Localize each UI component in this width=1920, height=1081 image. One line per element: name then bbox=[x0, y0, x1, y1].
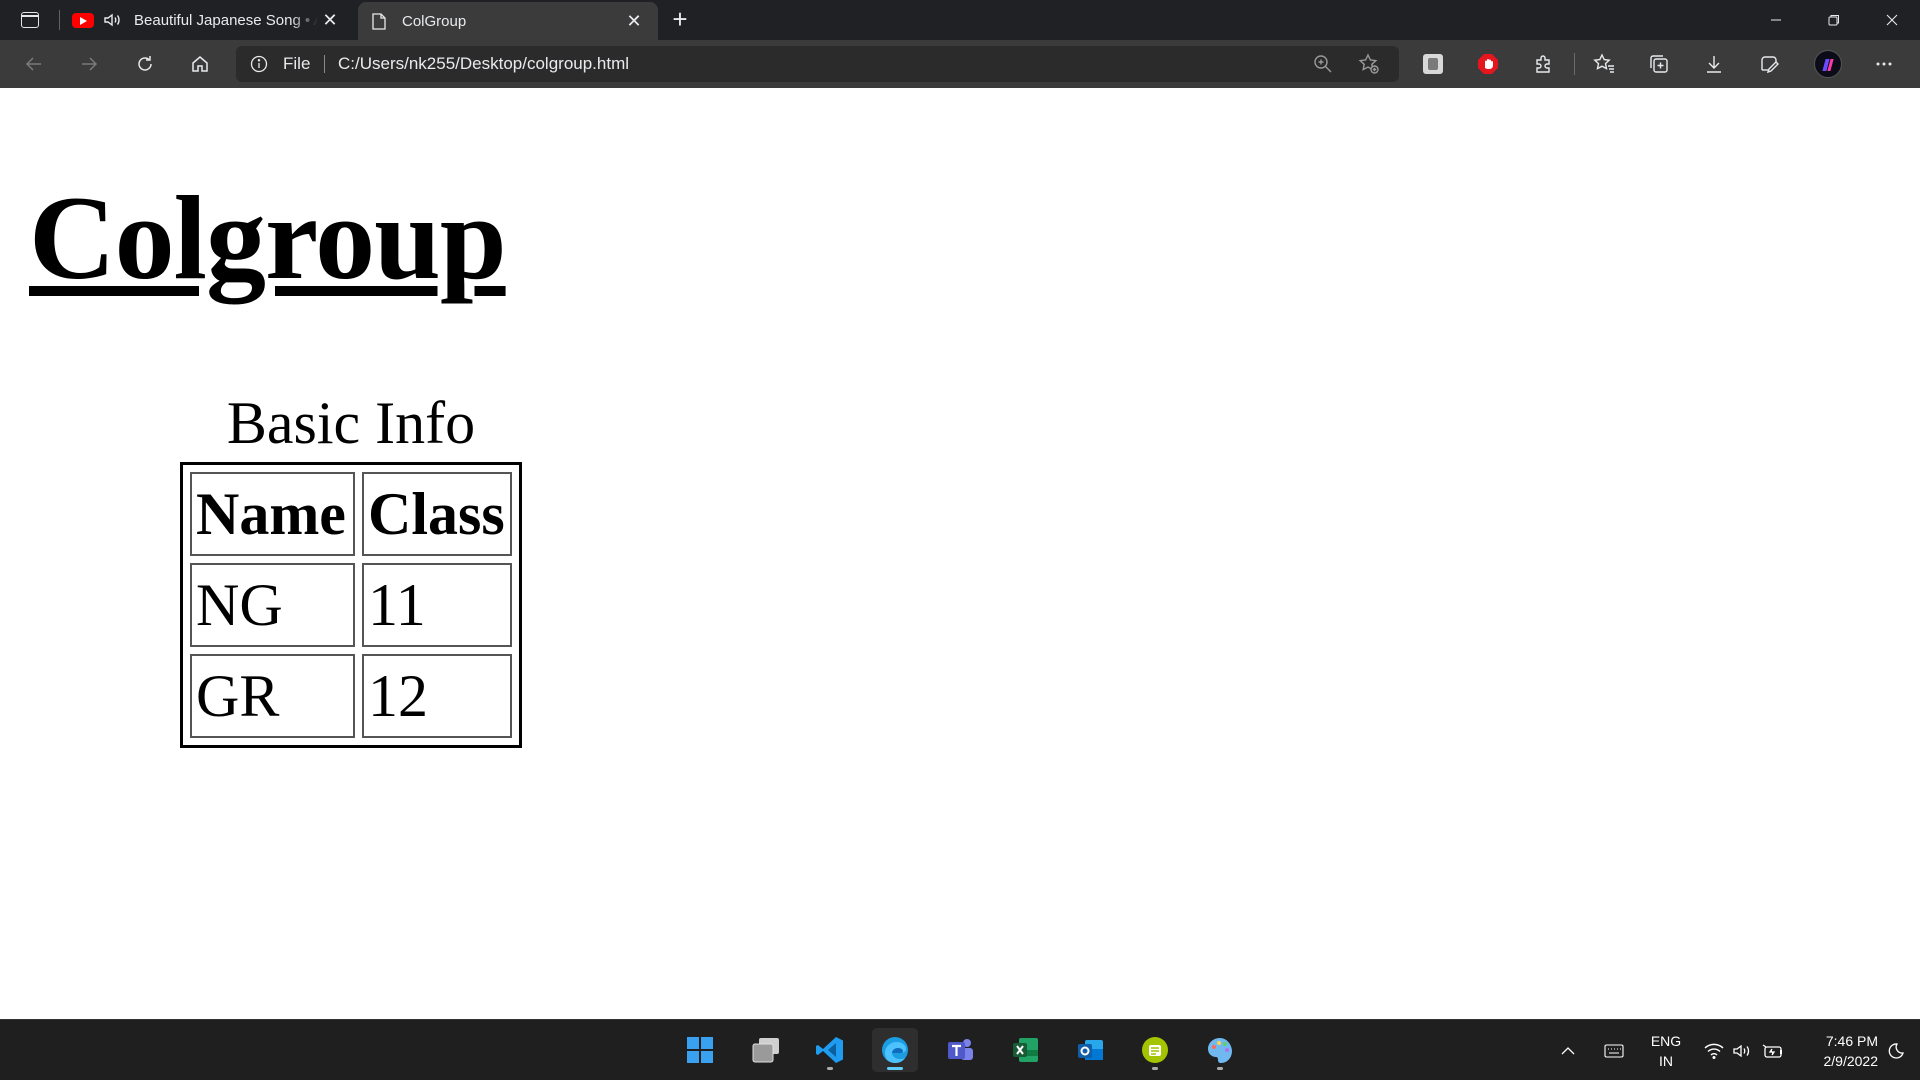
speaker-icon[interactable] bbox=[102, 10, 122, 30]
collections-icon[interactable] bbox=[1641, 46, 1677, 82]
table-header-row: Name Class bbox=[190, 472, 512, 556]
info-icon[interactable] bbox=[250, 55, 268, 73]
address-divider bbox=[324, 55, 325, 73]
close-tab-icon[interactable]: ✕ bbox=[622, 9, 646, 33]
tab-colgroup[interactable]: ColGroup ✕ bbox=[358, 2, 658, 40]
android-app-icon[interactable] bbox=[1132, 1028, 1178, 1072]
toolbar-separator bbox=[1574, 53, 1575, 75]
windows-start-icon[interactable] bbox=[677, 1028, 723, 1072]
close-window-button[interactable] bbox=[1863, 0, 1920, 40]
taskbar: ENG IN 7:46 PM 2/9/2022 bbox=[0, 1019, 1920, 1080]
page-viewport: Colgroup Basic Info Name Class NG 11 GR … bbox=[0, 88, 1920, 1019]
extension-puzzle-badge-icon[interactable] bbox=[1415, 46, 1451, 82]
forward-button[interactable] bbox=[71, 46, 107, 82]
home-button[interactable] bbox=[182, 46, 218, 82]
table-cell: 12 bbox=[362, 654, 512, 738]
outlook-icon[interactable] bbox=[1067, 1028, 1113, 1072]
focus-assist-icon[interactable] bbox=[1880, 1020, 1912, 1081]
add-favorite-icon[interactable] bbox=[1358, 53, 1380, 75]
language-code: ENG bbox=[1650, 1032, 1682, 1049]
system-status-group[interactable] bbox=[1700, 1020, 1788, 1081]
tab-title: ColGroup bbox=[402, 12, 467, 30]
zoom-icon[interactable] bbox=[1312, 53, 1334, 75]
tab-separator bbox=[59, 10, 60, 30]
youtube-icon bbox=[72, 12, 94, 28]
table-cell: GR bbox=[190, 654, 355, 738]
paint-icon[interactable] bbox=[1197, 1028, 1243, 1072]
favorites-icon[interactable] bbox=[1586, 46, 1622, 82]
region-code: IN bbox=[1659, 1052, 1673, 1069]
table-cell: NG bbox=[190, 563, 355, 647]
refresh-button[interactable] bbox=[127, 46, 163, 82]
show-hidden-icons-icon[interactable] bbox=[1556, 1020, 1580, 1081]
extensions-icon[interactable] bbox=[1526, 46, 1562, 82]
url-text[interactable]: C:/Users/nk255/Desktop/colgroup.html bbox=[338, 46, 629, 82]
header-class: Class bbox=[362, 472, 512, 556]
page-heading: Colgroup bbox=[29, 171, 507, 304]
teams-icon[interactable] bbox=[937, 1028, 983, 1072]
table-row: GR 12 bbox=[190, 654, 512, 738]
downloads-icon[interactable] bbox=[1696, 46, 1732, 82]
new-tab-button[interactable]: + bbox=[666, 6, 694, 34]
profile-avatar[interactable] bbox=[1810, 46, 1846, 82]
edge-icon[interactable] bbox=[872, 1028, 918, 1072]
browser-toolbar: File C:/Users/nk255/Desktop/colgroup.htm… bbox=[0, 40, 1920, 88]
browser-titlebar: Beautiful Japanese Song • A ✕ ColGroup ✕… bbox=[0, 0, 1920, 40]
table-cell: 11 bbox=[362, 563, 512, 647]
adblock-icon[interactable] bbox=[1470, 46, 1506, 82]
info-table: Basic Info Name Class NG 11 GR 12 bbox=[180, 388, 522, 748]
more-options-icon[interactable] bbox=[1866, 46, 1902, 82]
performance-icon[interactable] bbox=[1751, 46, 1787, 82]
vscode-icon[interactable] bbox=[807, 1028, 853, 1072]
battery-charging-icon bbox=[1762, 1043, 1782, 1058]
table-caption: Basic Info bbox=[226, 390, 476, 456]
scheme-label: File bbox=[283, 54, 311, 73]
tab-youtube[interactable]: Beautiful Japanese Song • A ✕ bbox=[62, 0, 354, 40]
back-button[interactable] bbox=[16, 46, 52, 82]
file-explorer-icon[interactable] bbox=[743, 1028, 789, 1072]
clock-date: 2/9/2022 bbox=[1823, 1052, 1879, 1069]
tab-actions-icon[interactable] bbox=[10, 6, 50, 34]
header-name: Name bbox=[190, 472, 355, 556]
touch-keyboard-icon[interactable] bbox=[1600, 1020, 1628, 1081]
wifi-icon bbox=[1704, 1043, 1724, 1059]
minimize-button[interactable] bbox=[1747, 0, 1805, 40]
language-indicator[interactable]: ENG IN bbox=[1648, 1020, 1684, 1081]
page-icon bbox=[368, 12, 390, 30]
restore-button[interactable] bbox=[1805, 0, 1863, 40]
address-bar[interactable]: File C:/Users/nk255/Desktop/colgroup.htm… bbox=[236, 46, 1399, 82]
tab-title: Beautiful Japanese Song • A bbox=[134, 11, 318, 29]
volume-icon bbox=[1733, 1044, 1750, 1057]
close-tab-icon[interactable]: ✕ bbox=[318, 8, 342, 32]
clock[interactable]: 7:46 PM 2/9/2022 bbox=[1798, 1020, 1879, 1081]
excel-icon[interactable] bbox=[1002, 1028, 1048, 1072]
clock-time: 7:46 PM bbox=[1825, 1032, 1878, 1049]
table-row: NG 11 bbox=[190, 563, 512, 647]
